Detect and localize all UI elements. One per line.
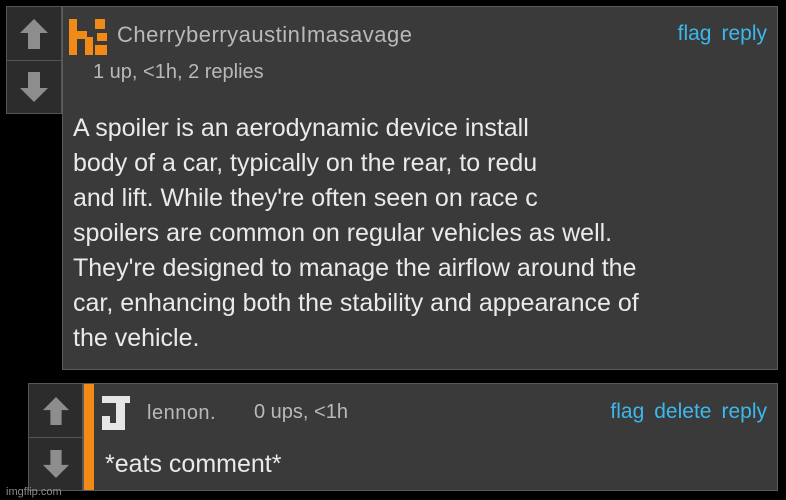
arrow-down-icon: [20, 72, 48, 102]
comment-1-body-line: spoilers are common on regular vehicles …: [73, 219, 613, 247]
comment-1-meta: 1 up, <1h, 2 replies: [93, 61, 264, 83]
arrow-down-icon: [42, 450, 69, 478]
comment-1-body-line: A spoiler is an aerodynamic device insta…: [73, 114, 529, 142]
comment-2-body: *eats comment*: [105, 450, 282, 478]
comment-1-body-line: car, enhancing both the stability and ap…: [73, 289, 639, 317]
arrow-up-icon: [42, 396, 69, 425]
comment-1-body-line: body of a car, typically on the rear, to…: [73, 149, 538, 177]
comment-1-vote-column: [6, 6, 62, 114]
comment-1-body-line: and lift. While they're often seen on ra…: [73, 184, 538, 212]
comment-2-username[interactable]: lennon.: [147, 402, 216, 425]
comment-1-upvote-button[interactable]: [7, 7, 61, 60]
flag-link[interactable]: flag: [678, 22, 712, 46]
comment-2-meta: 0 ups, <1h: [254, 401, 348, 423]
comment-1-body: A spoiler is an aerodynamic device insta…: [73, 111, 773, 356]
comment-1-body-line: They're designed to manage the airflow a…: [73, 254, 637, 282]
flag-link[interactable]: flag: [610, 400, 644, 424]
watermark: imgflip.com: [6, 486, 62, 498]
letter-j-avatar-icon[interactable]: [100, 394, 132, 432]
comment-2-actions: flag delete reply: [610, 400, 767, 424]
comment-1-actions: flag reply: [678, 22, 767, 46]
comment-2-upvote-button[interactable]: [29, 384, 82, 437]
reply-link[interactable]: reply: [721, 22, 767, 46]
comment-1-downvote-button[interactable]: [7, 61, 61, 113]
reply-link[interactable]: reply: [721, 400, 767, 424]
comment-2-vote-column: [28, 383, 83, 491]
comment-1: CherryberryaustinImasavage 1 up, <1h, 2 …: [62, 6, 778, 370]
delete-link[interactable]: delete: [654, 400, 711, 424]
comment-2-downvote-button[interactable]: [29, 438, 82, 490]
comment-2: lennon. 0 ups, <1h flag delete reply *ea…: [83, 383, 778, 491]
comment-accent-bar: [84, 384, 94, 490]
arrow-up-icon: [20, 18, 48, 49]
comment-1-body-line: the vehicle.: [73, 324, 200, 352]
orange-pixel-avatar-icon[interactable]: [67, 17, 109, 57]
comment-1-username[interactable]: CherryberryaustinImasavage: [117, 22, 412, 48]
